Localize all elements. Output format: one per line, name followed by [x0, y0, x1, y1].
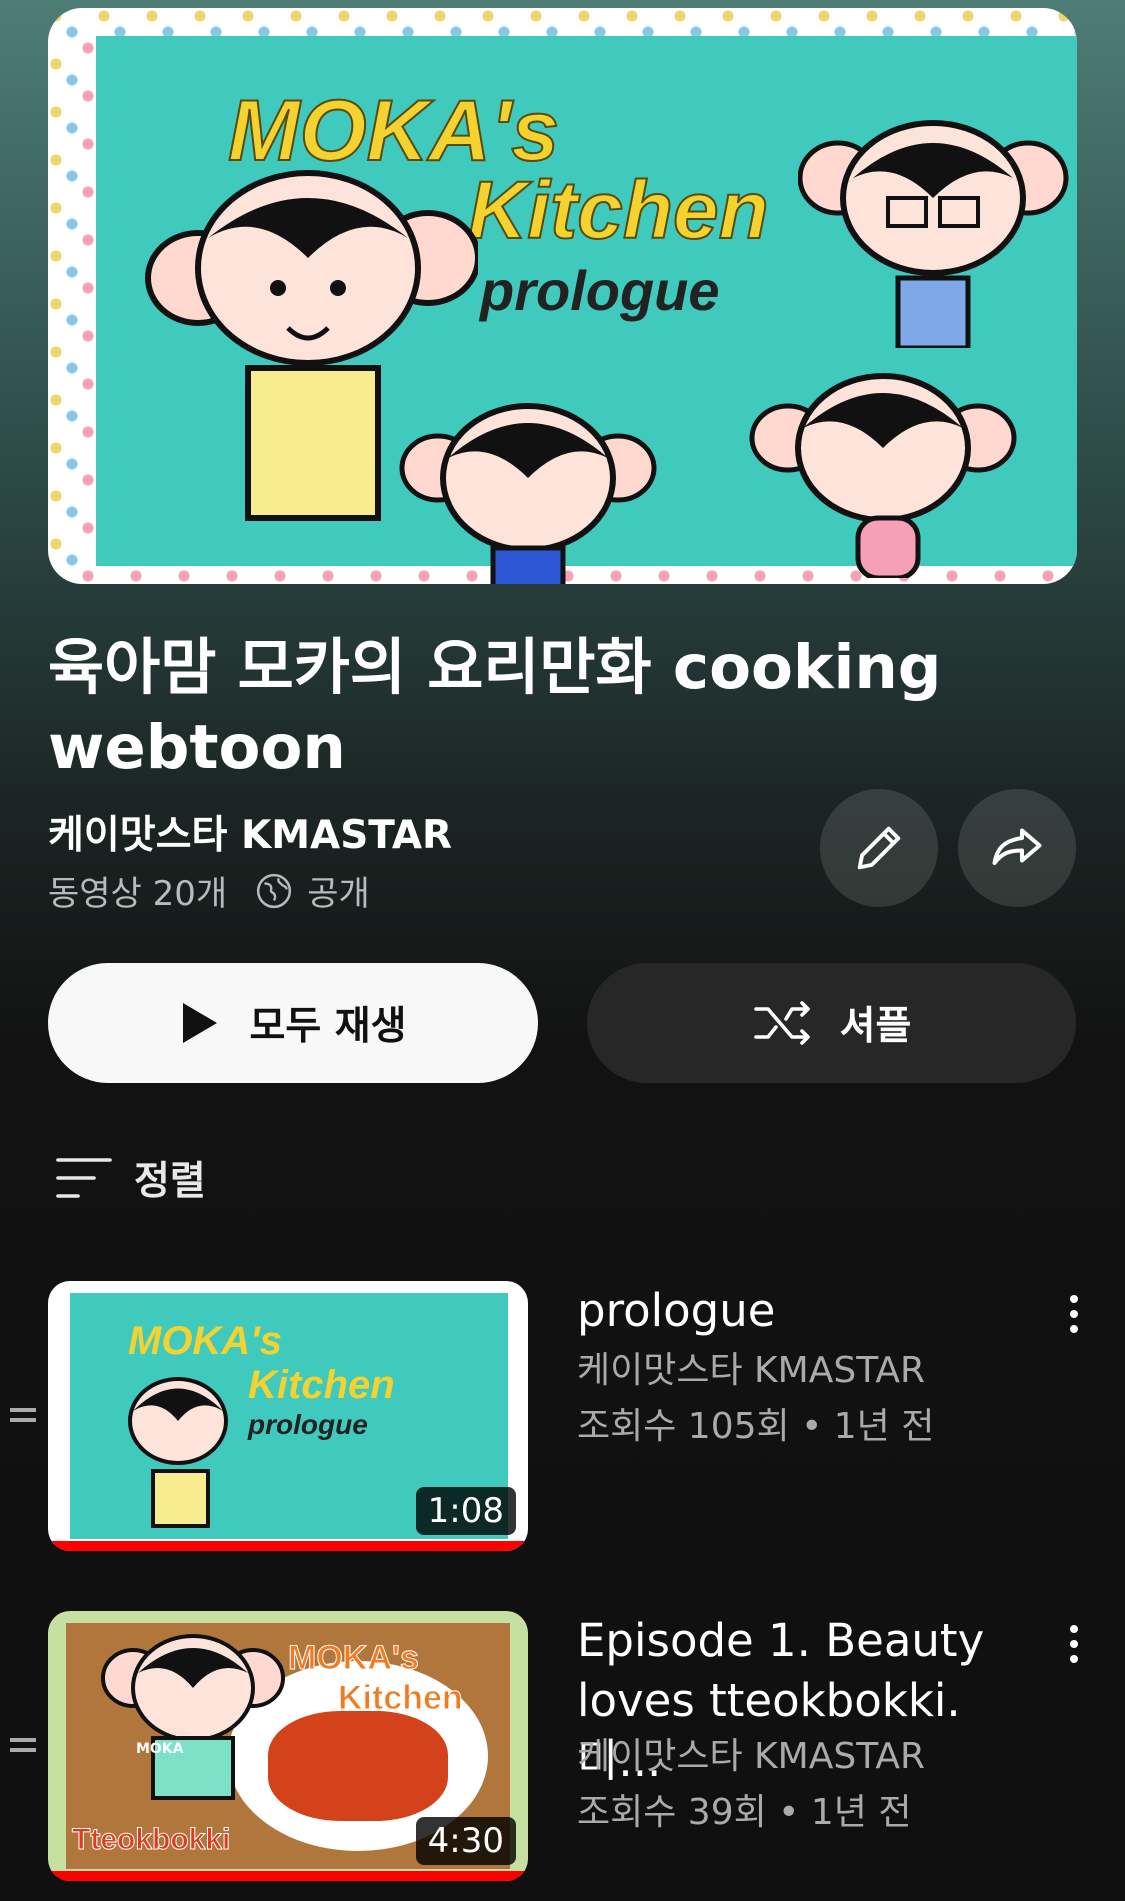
video-duration: 4:30: [415, 1817, 516, 1865]
shuffle-label: 셔플: [839, 1004, 912, 1049]
video-channel: 케이맛스타 KMASTAR: [577, 1736, 926, 1777]
shuffle-icon: [753, 1001, 810, 1045]
share-arrow-icon: [992, 828, 1042, 865]
monkey-daughter-illustration: [749, 373, 1017, 578]
sort-label: 정렬: [134, 1159, 206, 1204]
thumb-subtitle: prologue: [248, 1409, 368, 1440]
globe-icon: [255, 872, 293, 910]
video-stats: 조회수 39회 • 1년 전: [577, 1792, 912, 1833]
kebab-menu-icon: [1070, 1625, 1078, 1663]
pencil-icon: [857, 826, 901, 870]
play-icon: [183, 1003, 218, 1043]
watch-progress-bar: [48, 1871, 528, 1881]
drag-handle-icon[interactable]: [10, 1408, 36, 1412]
monkey-illustration: [128, 1377, 228, 1528]
video-thumbnail[interactable]: MOKA MOKA's Kitchen Tteokbokki 4:30: [48, 1611, 528, 1881]
playlist-thumbnail[interactable]: MOKA's Kitchen prologue: [48, 8, 1077, 584]
kebab-menu-icon: [1070, 1295, 1078, 1333]
play-all-button[interactable]: 모두 재생: [48, 963, 538, 1083]
edit-button[interactable]: [820, 789, 938, 907]
thumbnail-subtitle: prologue: [480, 259, 720, 322]
thumb-title-kitchen: Kitchen: [248, 1363, 395, 1407]
share-button[interactable]: [958, 789, 1076, 907]
play-all-label: 모두 재생: [249, 1004, 407, 1049]
playlist-title: 육아맘 모카의 요리만화 cooking webtoon: [48, 632, 942, 783]
thumb-title-kitchen: Kitchen: [338, 1679, 464, 1718]
drag-handle-icon[interactable]: [10, 1738, 36, 1742]
video-duration: 1:08: [415, 1487, 516, 1535]
watch-progress-bar: [48, 1541, 528, 1551]
channel-name[interactable]: 케이맛스타 KMASTAR: [48, 804, 452, 860]
visibility-label: 공개: [307, 874, 370, 914]
sort-button[interactable]: 정렬: [56, 1150, 206, 1206]
more-options-button[interactable]: [1044, 1284, 1104, 1344]
video-stats: 조회수 105회 • 1년 전: [577, 1406, 935, 1447]
thumbnail-title-kitchen: Kitchen: [467, 165, 770, 256]
thumb-title-moka: MOKA's: [128, 1319, 282, 1363]
thumb-subtitle: Tteokbokki: [71, 1823, 231, 1857]
shuffle-button[interactable]: 셔플: [587, 963, 1076, 1083]
thumb-badge: MOKA: [136, 1741, 184, 1757]
sort-icon: [56, 1158, 112, 1198]
playlist-meta: 동영상 20개 공개: [48, 866, 370, 915]
food-illustration: [268, 1711, 448, 1821]
video-thumbnail[interactable]: MOKA's Kitchen prologue 1:08: [48, 1281, 528, 1551]
monkey-son-illustration: [399, 403, 657, 584]
video-title[interactable]: prologue: [577, 1281, 1047, 1341]
video-channel: 케이맛스타 KMASTAR: [577, 1350, 926, 1391]
thumb-title-moka: MOKA's: [288, 1639, 420, 1678]
monkey-dad-illustration: [798, 120, 1069, 348]
more-options-button[interactable]: [1044, 1614, 1104, 1674]
video-count: 동영상 20개: [48, 874, 228, 914]
monkey-illustration: [101, 1634, 285, 1800]
